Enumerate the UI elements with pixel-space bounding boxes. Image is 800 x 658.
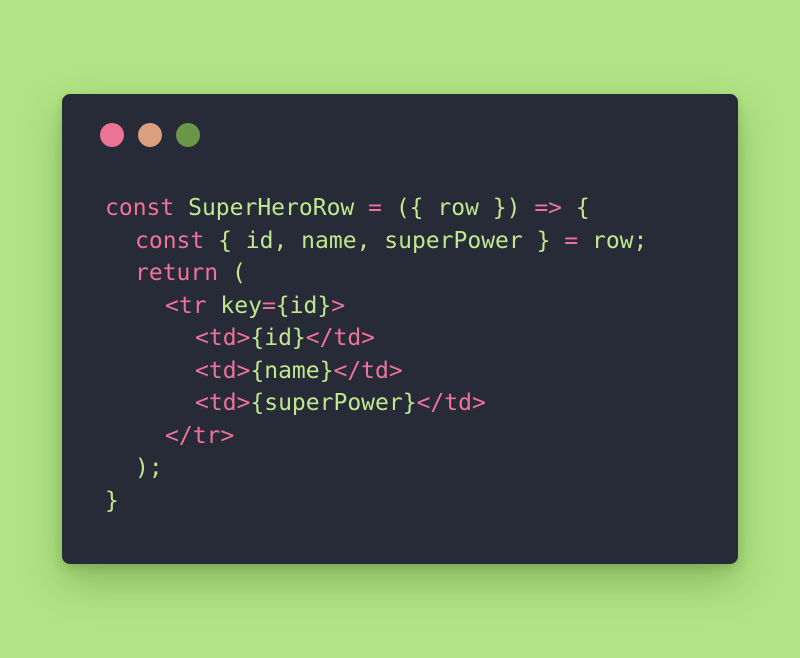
code-token-identifier: row [437, 195, 479, 221]
code-line: <td>{id}</td> [105, 322, 647, 355]
code-token-tag: </td> [305, 325, 376, 351]
minimize-icon[interactable] [138, 123, 162, 147]
code-token-operator: = [261, 292, 276, 319]
code-token-keyword: const [135, 227, 205, 254]
code-token-identifier: {name} [250, 357, 334, 384]
window-controls [100, 123, 200, 147]
code-line: return ( [105, 257, 647, 290]
code-token-tag: <td> [195, 357, 251, 384]
code-token-identifier: ); [135, 455, 163, 481]
code-block: const SuperHeroRow = ({ row }) => {const… [105, 192, 647, 517]
code-token-operator: = [368, 195, 382, 221]
code-token-identifier: {superPower} [250, 390, 417, 416]
code-line: const SuperHeroRow = ({ row }) => { [105, 192, 647, 225]
code-token-keyword: return [135, 260, 219, 286]
code-token-identifier: } [105, 487, 119, 514]
code-token-identifier: SuperHeroRow [174, 195, 369, 221]
code-token-keyword: const [105, 195, 175, 221]
code-token-tag: <tr [165, 292, 207, 319]
close-icon[interactable] [100, 123, 124, 147]
code-token-identifier: {id} [250, 325, 306, 351]
code-token-tag: <td> [195, 390, 251, 416]
code-token-identifier: {id} [275, 292, 332, 319]
code-token-tag: </tr> [165, 422, 235, 449]
maximize-icon[interactable] [176, 123, 200, 147]
code-token-identifier: { [562, 195, 590, 221]
code-line: <td>{superPower}</td> [105, 387, 647, 420]
code-window: const SuperHeroRow = ({ row }) => {const… [62, 94, 738, 564]
code-line: } [105, 485, 647, 518]
code-token-operator: => [534, 195, 563, 221]
code-token-identifier: key [206, 292, 262, 319]
code-token-identifier: { id, name, superPower } [204, 227, 565, 254]
code-line: </tr> [105, 420, 647, 453]
code-line: const { id, name, superPower } = row; [105, 225, 647, 258]
code-token-tag: </td> [333, 357, 403, 384]
code-token-identifier: ({ [381, 195, 438, 221]
code-line: <tr key={id}> [105, 290, 647, 323]
code-token-tag: <td> [195, 325, 251, 351]
code-line: ); [105, 452, 647, 485]
code-token-identifier: row; [578, 227, 648, 254]
code-token-operator: = [564, 227, 579, 254]
code-token-identifier: ( [218, 260, 246, 286]
code-token-tag: > [331, 292, 346, 319]
code-token-tag: </td> [416, 390, 486, 416]
code-token-identifier: }) [478, 195, 535, 221]
code-line: <td>{name}</td> [105, 355, 647, 388]
